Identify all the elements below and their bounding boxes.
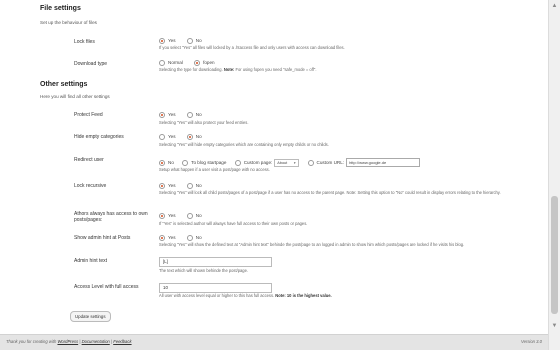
download-type-normal[interactable]: Normal [159, 60, 183, 66]
lock-recursive-description: Selecting "Yes" will lock all child post… [159, 190, 501, 195]
hide-empty-yes[interactable]: Yes [159, 134, 176, 140]
lock-files-description: If you select "Yes" all files will locke… [159, 45, 345, 50]
authors-access-description: If "Yes" is selected author will always … [159, 221, 308, 226]
lock-files-label: Lock files [74, 39, 95, 45]
section-heading-file-settings: File settings [40, 5, 81, 12]
access-level-label: Access Level with full access [74, 284, 139, 290]
radio-icon[interactable] [186, 38, 193, 44]
download-type-fopen[interactable]: fopen [194, 60, 215, 66]
show-admin-hint-no[interactable]: No [186, 235, 202, 241]
radio-selected-icon[interactable] [159, 159, 165, 166]
access-level-input[interactable]: 10 [159, 283, 272, 293]
version-text: Version 3.0 [520, 339, 542, 344]
scroll-up-arrow-icon[interactable]: ▲ [551, 2, 558, 10]
radio-icon[interactable] [182, 159, 189, 166]
radio-icon[interactable] [159, 60, 165, 66]
redirect-user-description: Setup what happen if a user visit a post… [159, 167, 270, 172]
authors-access-no[interactable]: No [186, 213, 202, 219]
update-settings-button[interactable]: Update settings [70, 311, 111, 322]
redirect-custom-url[interactable]: Custom URL: http://www.google.de [307, 158, 421, 167]
custom-page-select[interactable]: About ▼ [274, 158, 300, 167]
authors-access-options: Yes No [159, 213, 212, 221]
authors-access-yes[interactable]: Yes [159, 213, 176, 219]
radio-icon[interactable] [186, 235, 193, 241]
protect-feed-options: Yes No [159, 112, 212, 120]
admin-hint-text-label: Admin hint text [74, 258, 108, 264]
section-intro-file-settings: Set up the behaviour of files [40, 20, 97, 25]
hide-empty-label: Hide empty categories [74, 134, 124, 140]
protect-feed-yes[interactable]: Yes [159, 112, 176, 118]
download-type-label: Download type [74, 61, 108, 67]
authors-access-label: Athors always has access to own posts/pa… [74, 211, 148, 224]
redirect-blog-startpage[interactable]: To blog startpage [182, 159, 226, 166]
lock-files-no[interactable]: No [186, 38, 202, 44]
radio-selected-icon[interactable] [159, 213, 165, 219]
scrollbar-thumb[interactable] [551, 196, 558, 314]
show-admin-hint-yes[interactable]: Yes [159, 235, 176, 241]
protect-feed-description: Selecting "Yes" will also protect your f… [159, 120, 249, 125]
admin-footer: Thank you for creating with WordPress | … [0, 334, 548, 350]
show-admin-hint-label: Show admin hint at Posts [74, 235, 131, 241]
radio-icon[interactable] [186, 112, 193, 118]
radio-icon[interactable] [159, 134, 165, 140]
radio-selected-icon[interactable] [194, 60, 201, 66]
redirect-user-label: Redirect user [74, 157, 104, 163]
radio-selected-icon[interactable] [186, 134, 193, 140]
chevron-down-icon: ▼ [293, 160, 297, 165]
radio-icon[interactable] [186, 213, 193, 219]
redirect-custom-page[interactable]: Custom page: About ▼ [234, 158, 300, 167]
feedback-link[interactable]: Feedback [113, 339, 131, 344]
footer-credits: Thank you for creating with WordPress | … [6, 339, 132, 344]
hide-empty-description: Selecting "Yes" will hide empty categori… [159, 142, 329, 147]
vertical-scrollbar[interactable]: ▲ ▼ [548, 0, 560, 350]
hide-empty-options: Yes No [159, 134, 212, 142]
radio-icon[interactable] [186, 183, 193, 189]
radio-selected-icon[interactable] [159, 235, 165, 241]
lock-recursive-no[interactable]: No [186, 183, 202, 189]
scroll-down-arrow-icon[interactable]: ▼ [551, 322, 558, 330]
download-type-description: Selecting the type for downloading. Note… [159, 67, 317, 72]
settings-page: File settings Set up the behaviour of fi… [0, 0, 548, 350]
radio-icon[interactable] [307, 159, 314, 166]
radio-selected-icon[interactable] [159, 112, 165, 118]
wordpress-link[interactable]: WordPress [57, 339, 78, 344]
hide-empty-no[interactable]: No [186, 134, 202, 140]
lock-files-yes[interactable]: Yes [159, 38, 176, 44]
section-heading-other-settings: Other settings [40, 81, 88, 88]
lock-recursive-label: Lock recursive [74, 183, 107, 189]
access-level-description: All user with access level equal or high… [159, 293, 332, 298]
redirect-no[interactable]: No [159, 159, 174, 166]
radio-selected-icon[interactable] [159, 38, 165, 44]
custom-url-input[interactable]: http://www.google.de [346, 158, 421, 167]
protect-feed-label: Protect Feed [74, 112, 103, 118]
radio-icon[interactable] [234, 159, 241, 166]
lock-recursive-yes[interactable]: Yes [159, 183, 176, 189]
show-admin-hint-description: Selecting "Yes" will show the defined te… [159, 242, 465, 247]
admin-hint-text-input[interactable]: [L] [159, 257, 272, 267]
documentation-link[interactable]: Documentation [82, 339, 110, 344]
protect-feed-no[interactable]: No [186, 112, 202, 118]
section-intro-other-settings: Here you will find all other settings [40, 94, 110, 99]
admin-hint-text-description: The text which will shown behinde the po… [159, 268, 248, 273]
radio-selected-icon[interactable] [159, 183, 165, 189]
